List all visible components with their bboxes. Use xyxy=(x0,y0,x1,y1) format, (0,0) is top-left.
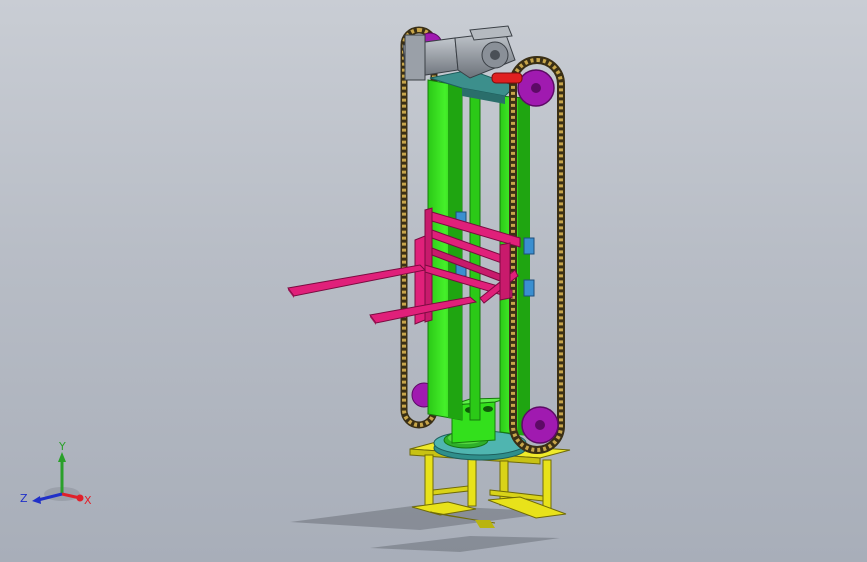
bottom-sprocket[interactable] xyxy=(521,406,559,444)
z-axis-label: Z xyxy=(20,492,28,505)
y-axis-label: Y xyxy=(58,440,66,453)
orientation-triad: Y X Z xyxy=(20,440,92,507)
top-sprocket[interactable] xyxy=(517,69,555,107)
y-arrow-icon xyxy=(58,452,66,462)
red-drive-shaft xyxy=(491,72,523,84)
cad-viewport[interactable]: Y X Z xyxy=(0,0,867,562)
x-arrow-icon xyxy=(76,494,84,502)
z-arrow-icon xyxy=(32,496,41,504)
lifter-3d-model[interactable] xyxy=(0,0,867,562)
x-axis-label: X xyxy=(84,494,92,507)
